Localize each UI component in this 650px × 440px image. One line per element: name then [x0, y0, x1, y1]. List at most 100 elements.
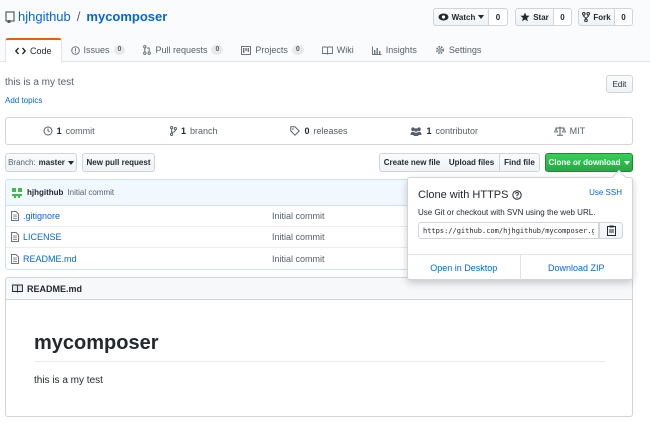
releases-count: 0: [304, 126, 310, 136]
file-link-license[interactable]: LICENSE: [11, 232, 62, 242]
file-icon: [11, 211, 19, 221]
tab-insights-label: Insights: [385, 45, 417, 55]
commits-label: commit: [65, 126, 95, 136]
book-icon: [12, 284, 23, 293]
file-commit-message[interactable]: Initial commit: [272, 232, 325, 242]
repo-description: this is a my test: [5, 77, 74, 88]
star-count[interactable]: 0: [554, 8, 572, 26]
question-icon[interactable]: [512, 190, 523, 200]
clone-or-download-button[interactable]: Clone or download: [545, 153, 633, 172]
fork-icon: [582, 12, 591, 22]
clipboard-icon: [606, 225, 616, 236]
history-icon: [43, 126, 53, 136]
repo-owner-link[interactable]: hjhgithub: [18, 9, 71, 24]
tab-issues[interactable]: Issues 0: [62, 38, 135, 62]
code-icon: [15, 47, 26, 55]
clone-description: Use Git or checkout with SVN using the w…: [418, 208, 596, 217]
tab-projects[interactable]: Projects 0: [232, 38, 312, 62]
readme-body: mycomposer this is a my test: [5, 300, 633, 417]
tab-projects-count: 0: [291, 45, 304, 55]
caret-down-icon: [478, 15, 485, 19]
fork-label: Fork: [593, 12, 611, 22]
tab-pull-requests[interactable]: Pull requests 0: [134, 38, 232, 62]
repo-header: hjhgithub / mycomposer Watch 0 Star 0 Fo…: [0, 0, 650, 63]
tab-projects-label: Projects: [255, 45, 288, 55]
tab-pull-requests-label: Pull requests: [155, 45, 208, 55]
clone-title-text: Clone with HTTPS: [418, 189, 509, 201]
use-ssh-link[interactable]: Use SSH: [589, 188, 622, 197]
eye-icon: [438, 13, 449, 21]
watch-button[interactable]: Watch: [433, 8, 489, 26]
avatar[interactable]: [11, 186, 23, 199]
popover-caret: [611, 169, 627, 185]
star-label: Star: [533, 12, 549, 22]
book-icon: [321, 46, 333, 55]
download-zip-link[interactable]: Download ZIP: [521, 255, 633, 280]
repo-title: hjhgithub / mycomposer: [5, 9, 167, 24]
commits-link[interactable]: 1 commit: [6, 126, 131, 136]
project-icon: [241, 45, 252, 55]
commit-author-link[interactable]: hjhgithub: [27, 188, 63, 197]
readme-title: README.md: [27, 283, 83, 294]
file-name: LICENSE: [23, 232, 62, 242]
clone-label: Clone or download: [548, 158, 621, 167]
branch-select[interactable]: Branch: master: [5, 153, 77, 172]
license-link[interactable]: MIT: [507, 126, 632, 136]
license-label: MIT: [569, 126, 586, 136]
tab-insights[interactable]: Insights: [363, 38, 426, 62]
clone-popover: Clone with HTTPS Use SSH Use Git or chec…: [407, 169, 633, 280]
clone-url-input[interactable]: [418, 222, 599, 239]
fork-button[interactable]: Fork: [578, 8, 615, 26]
readme-divider: [34, 361, 606, 362]
fork-count[interactable]: 0: [615, 8, 633, 26]
releases-link[interactable]: 0 releases: [256, 126, 381, 136]
file-name: README.md: [23, 253, 77, 264]
tab-code-label: Code: [30, 46, 52, 56]
repo-summary-bar: 1 commit 1 branch 0 releases 1 contribut…: [5, 117, 633, 145]
branches-count: 1: [181, 126, 187, 136]
contributors-link[interactable]: 1 contributor: [382, 126, 507, 136]
star-button[interactable]: Star: [515, 8, 554, 26]
create-new-file-button[interactable]: Create new file: [379, 153, 445, 172]
file-link-readme[interactable]: README.md: [11, 253, 77, 264]
file-commit-message[interactable]: Initial commit: [272, 211, 325, 221]
caret-down-icon: [623, 160, 630, 165]
edit-description-button[interactable]: Edit: [606, 75, 633, 93]
file-icon: [11, 253, 19, 264]
new-pull-request-button[interactable]: New pull request: [82, 153, 155, 172]
watch-label: Watch: [451, 12, 476, 22]
gear-icon: [435, 45, 445, 55]
tab-code[interactable]: Code: [5, 38, 62, 63]
add-topics-link[interactable]: Add topics: [5, 96, 42, 105]
file-link-gitignore[interactable]: .gitignore: [11, 211, 60, 221]
contributors-label: contributor: [435, 126, 478, 136]
commits-count: 1: [56, 126, 62, 136]
branches-link[interactable]: 1 branch: [131, 126, 256, 136]
file-commit-message[interactable]: Initial commit: [272, 254, 325, 264]
open-in-desktop-link[interactable]: Open in Desktop: [408, 255, 521, 280]
caret-down-icon: [67, 160, 74, 165]
repo-separator: /: [76, 9, 81, 24]
copy-url-button[interactable]: [599, 222, 623, 239]
tab-wiki-label: Wiki: [336, 45, 354, 55]
pull-request-icon: [143, 45, 152, 55]
clone-popover-footer: Open in Desktop Download ZIP: [408, 254, 632, 280]
commit-message-link[interactable]: Initial commit: [67, 188, 114, 197]
repo-name-link[interactable]: mycomposer: [86, 9, 167, 24]
file-icon: [11, 232, 19, 242]
watch-count[interactable]: 0: [489, 8, 508, 26]
readme-heading: mycomposer: [34, 332, 159, 354]
tab-issues-label: Issues: [83, 45, 110, 55]
issue-icon: [70, 45, 80, 55]
readme-header: README.md: [5, 277, 633, 300]
upload-files-button[interactable]: Upload files: [444, 153, 500, 172]
contributors-count: 1: [426, 126, 432, 136]
branch-icon: [170, 126, 178, 136]
star-icon: [520, 12, 530, 22]
find-file-button[interactable]: Find file: [500, 153, 540, 172]
tab-wiki[interactable]: Wiki: [313, 38, 363, 62]
repo-icon: [5, 10, 15, 23]
tab-settings[interactable]: Settings: [426, 38, 491, 62]
law-icon: [553, 126, 566, 136]
repo-nav: Code Issues 0 Pull requests 0 Projects 0…: [5, 38, 490, 63]
